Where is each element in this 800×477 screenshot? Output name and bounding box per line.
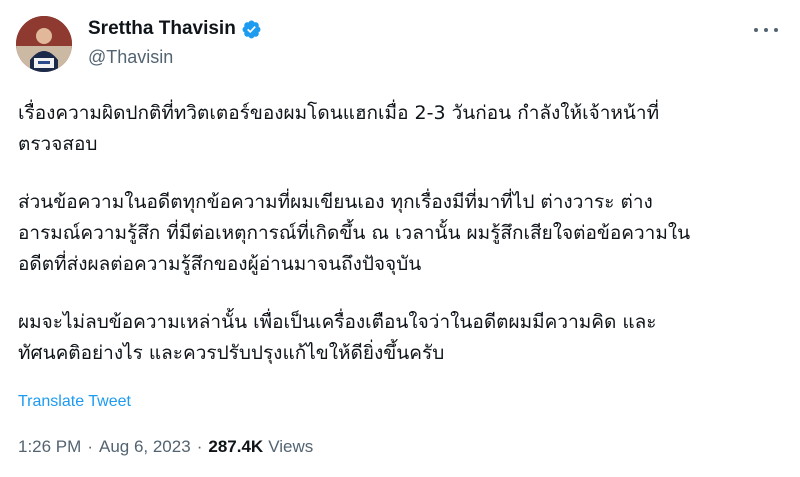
tweet-date[interactable]: Aug 6, 2023 (99, 437, 191, 457)
meta-separator: · (87, 437, 93, 456)
verified-badge-icon (241, 19, 262, 40)
text-line: เรื่องความผิดปกติที่ทวิตเตอร์ของผมโดนแฮก… (18, 102, 660, 124)
views-label: Views (268, 437, 314, 456)
author-name[interactable]: Srettha Thavisin (88, 18, 236, 40)
tweet-time[interactable]: 1:26 PM (18, 437, 81, 457)
tweet-meta: 1:26 PM · Aug 6, 2023 · 287.4K Views (18, 437, 313, 457)
tweet-text: เรื่องความผิดปกติที่ทวิตเตอร์ของผมโดนแฮก… (18, 98, 788, 369)
text-line: ตรวจสอบ (18, 133, 98, 155)
tweet: Srettha Thavisin @Thavisin เรื่องความผิด… (0, 0, 800, 477)
author-handle[interactable]: @Thavisin (88, 47, 173, 68)
tweet-paragraph: เรื่องความผิดปกติที่ทวิตเตอร์ของผมโดนแฮก… (18, 98, 788, 160)
text-line: ผมจะไม่ลบข้อความเหล่านั้น เพื่อเป็นเครื่… (18, 311, 657, 333)
views-count: 287.4K (208, 437, 264, 456)
more-options-icon[interactable] (754, 20, 778, 40)
tweet-paragraph: ส่วนข้อความในอดีตทุกข้อความที่ผมเขียนเอง… (18, 187, 788, 280)
text-line: ส่วนข้อความในอดีตทุกข้อความที่ผมเขียนเอง… (18, 191, 653, 213)
meta-separator: · (196, 437, 203, 456)
text-line: ทัศนคติอย่างไร และควรปรับปรุงแก้ไขให้ดีย… (18, 342, 445, 364)
avatar-image (16, 16, 72, 72)
text-line: อารมณ์ความรู้สึก ที่มีต่อเหตุการณ์ที่เกิ… (18, 222, 691, 244)
text-line: อดีตที่ส่งผลต่อความรู้สึกของผู้อ่านมาจนถ… (18, 253, 422, 275)
tweet-paragraph: ผมจะไม่ลบข้อความเหล่านั้น เพื่อเป็นเครื่… (18, 307, 788, 369)
avatar[interactable] (16, 16, 72, 72)
translate-tweet-link[interactable]: Translate Tweet (18, 393, 131, 411)
author-name-row: Srettha Thavisin (88, 18, 262, 40)
